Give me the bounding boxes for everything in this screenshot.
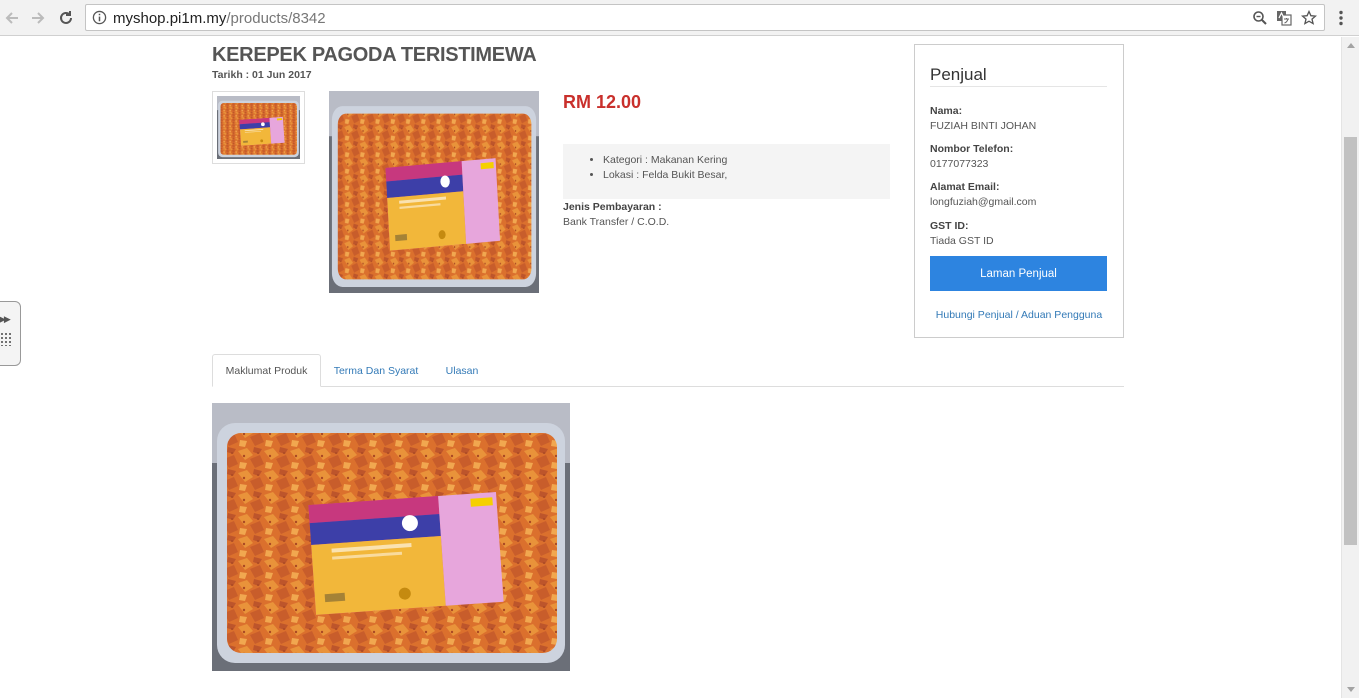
translate-icon [1277, 11, 1292, 26]
seller-page-button[interactable]: Laman Penjual [930, 256, 1107, 291]
star-icon [1301, 10, 1317, 25]
tab-terms[interactable]: Terma Dan Syarat [324, 354, 428, 387]
reload-button[interactable] [55, 7, 77, 29]
scroll-thumb[interactable] [1344, 137, 1357, 545]
seller-gst-value: Tiada GST ID [930, 235, 994, 247]
seller-name-label: Nama: [930, 105, 963, 117]
triangle-down-icon [1346, 687, 1355, 692]
seller-name-value: FUZIAH BINTI JOHAN [930, 120, 1037, 132]
product-price: RM 12.00 [563, 92, 642, 112]
url-text[interactable]: myshop.pi1m.my/products/8342 [113, 10, 326, 27]
tab-reviews[interactable]: Ulasan [432, 354, 492, 387]
seller-phone-label: Nombor Telefon: [930, 143, 1014, 155]
url-host: myshop.pi1m.my [113, 10, 227, 27]
seller-heading: Penjual [930, 65, 987, 84]
product-thumbnail-image [217, 96, 300, 159]
browser-menu-button[interactable] [1333, 8, 1349, 28]
seller-phone-value: 0177077323 [930, 158, 989, 170]
translate-button[interactable] [1275, 9, 1293, 27]
product-main-image[interactable] [329, 91, 539, 293]
seller-email-label: Alamat Email: [930, 181, 1000, 193]
seller-email-value: longfuziah@gmail.com [930, 196, 1037, 208]
bookmark-button[interactable] [1300, 9, 1318, 27]
page-scrollbar[interactable] [1341, 37, 1359, 698]
back-button[interactable] [1, 7, 23, 29]
address-bar[interactable]: myshop.pi1m.my/products/8342 [85, 4, 1325, 31]
link-separator: / [1015, 309, 1019, 321]
triangle-up-icon [1346, 43, 1355, 48]
forward-button[interactable] [27, 7, 49, 29]
product-details-list: Kategori : Makanan Kering Lokasi : Felda… [563, 144, 890, 199]
product-date: Tarikh : 01 Jun 2017 [212, 69, 312, 81]
contact-seller-link[interactable]: Hubungi Penjual [936, 309, 1013, 321]
scroll-down-arrow[interactable] [1342, 681, 1359, 698]
fast-forward-icon: ▶▶ [0, 314, 11, 324]
product-description-image [212, 403, 570, 671]
seller-panel: Penjual Nama: FUZIAH BINTI JOHAN Nombor … [914, 44, 1124, 338]
side-toolbar-widget[interactable]: ▶▶ [0, 301, 21, 366]
keypad-icon [0, 332, 12, 346]
reload-icon [60, 11, 72, 24]
url-path: /products/8342 [226, 10, 326, 27]
scroll-up-arrow[interactable] [1342, 37, 1359, 54]
product-title: KEREPEK PAGODA TERISTIMEWA [212, 44, 537, 66]
browser-toolbar: myshop.pi1m.my/products/8342 [0, 0, 1359, 36]
seller-links: Hubungi Penjual / Aduan Pengguna [915, 309, 1123, 321]
zoom-icon [1253, 11, 1267, 25]
product-location: Lokasi : Felda Bukit Besar, [603, 168, 890, 183]
seller-gst-label: GST ID: [930, 220, 969, 232]
zoom-button[interactable] [1251, 9, 1269, 27]
payment-value: Bank Transfer / C.O.D. [563, 216, 670, 228]
product-thumbnail[interactable] [212, 91, 305, 164]
payment-label: Jenis Pembayaran : [563, 201, 662, 213]
report-user-link[interactable]: Aduan Pengguna [1021, 309, 1102, 321]
seller-divider [930, 86, 1107, 87]
info-icon[interactable] [92, 10, 107, 25]
menu-dots-icon [1339, 10, 1343, 26]
forward-arrow-icon [32, 12, 45, 24]
product-category: Kategori : Makanan Kering [603, 153, 890, 168]
tab-product-info[interactable]: Maklumat Produk [212, 354, 321, 387]
back-arrow-icon [5, 12, 18, 24]
